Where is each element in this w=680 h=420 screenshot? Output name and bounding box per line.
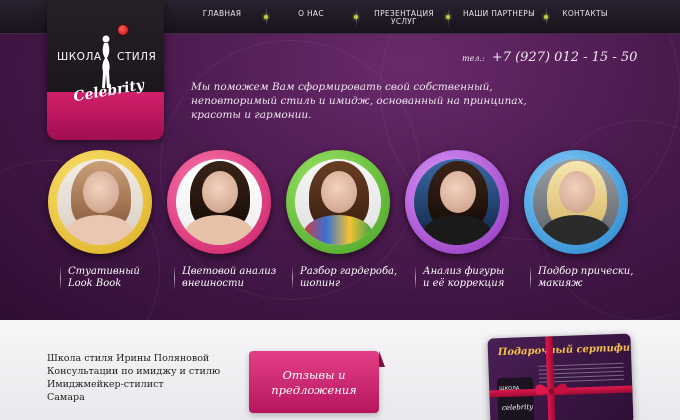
reviews-label-line: Отзывы и	[282, 368, 346, 382]
nav-contacts[interactable]: Контакты	[561, 10, 609, 18]
service-label-figure[interactable]: Анализ фигуры и её коррекция	[415, 266, 533, 290]
nav-dot-icon	[446, 15, 450, 19]
nav-dot-icon	[544, 15, 548, 19]
reviews-label-line: предложения	[271, 383, 357, 397]
footer-address: Школа стиля Ирины Поляновой Консультации…	[47, 352, 220, 404]
label-tick	[60, 266, 61, 290]
intro-text: Мы поможем Вам сформировать свой собстве…	[191, 81, 527, 121]
service-lookbook-circle[interactable]	[48, 150, 152, 254]
service-label-line: шопинг	[300, 278, 341, 289]
service-label-hairstyle[interactable]: Подбор прически, макияж	[530, 266, 648, 290]
service-label-line: Стуативный	[68, 266, 140, 277]
service-label-line: и её коррекция	[423, 278, 505, 289]
service-label-lookbook[interactable]: Стуативный Look Book	[60, 266, 178, 290]
phone-value: +7 (927) 012 - 15 - 50	[491, 50, 638, 65]
service-figure-analysis-circle[interactable]	[405, 150, 509, 254]
address-line: Консультации по имиджу и стилю	[47, 366, 221, 377]
nav-home[interactable]: Главная	[198, 10, 246, 18]
logo-red-dot-icon	[117, 24, 129, 36]
label-tick	[415, 266, 416, 290]
phone-number: тел.: +7 (927) 012 - 15 - 50	[462, 50, 637, 65]
service-photo	[176, 159, 262, 245]
service-photo	[533, 159, 619, 245]
nav-partners[interactable]: Наши партнеры	[460, 10, 538, 18]
service-label-line: Разбор гардероба,	[300, 266, 398, 277]
label-tick	[292, 266, 293, 290]
service-hairstyle-circle[interactable]	[524, 150, 628, 254]
service-color-analysis-circle[interactable]	[167, 150, 271, 254]
service-wardrobe-circle[interactable]	[286, 150, 390, 254]
certificate-logo: ШКОЛА СТИЛЯ celebrity	[496, 376, 535, 420]
nav-dot-icon	[264, 15, 268, 19]
service-photo	[57, 159, 143, 245]
service-label-line: макияж	[538, 278, 583, 289]
service-label-line: Look Book	[68, 278, 122, 289]
reviews-button[interactable]: Отзывы и предложения	[249, 351, 385, 413]
service-photo	[414, 159, 500, 245]
phone-prefix: тел.:	[462, 54, 485, 63]
service-photo	[295, 159, 381, 245]
address-line: Имиджмейкер-стилист	[47, 379, 164, 390]
service-label-line: Подбор прически,	[538, 266, 634, 277]
logo-word-right: СТИЛЯ	[117, 51, 157, 63]
nav-dot-icon	[354, 15, 358, 19]
gift-bow-icon	[535, 383, 568, 395]
site-logo[interactable]: ШКОЛА СТИЛЯ Celebrity	[47, 0, 164, 140]
address-line: Самара	[47, 392, 85, 403]
service-label-wardrobe[interactable]: Разбор гардероба, шопинг	[292, 266, 410, 290]
gift-certificate[interactable]: Подарочный сертификат ШКОЛА СТИЛЯ celebr…	[487, 333, 634, 420]
service-label-color-analysis[interactable]: Цветовой анализ внешности	[174, 266, 292, 290]
logo-word-left: ШКОЛА	[57, 51, 102, 63]
service-label-line: внешности	[182, 278, 244, 289]
certificate-title: Подарочный сертификат	[497, 341, 634, 359]
service-label-line: Анализ фигуры	[423, 266, 505, 277]
service-label-line: Цветовой анализ	[182, 266, 277, 277]
label-tick	[174, 266, 175, 290]
certificate-logo-script: celebrity	[501, 402, 534, 413]
address-line: Школа стиля Ирины Поляновой	[47, 353, 210, 364]
woman-silhouette-icon	[102, 35, 110, 88]
nav-about[interactable]: О нас	[285, 10, 337, 18]
label-tick	[530, 266, 531, 290]
nav-services-presentation[interactable]: Презентация услуг	[374, 10, 434, 26]
